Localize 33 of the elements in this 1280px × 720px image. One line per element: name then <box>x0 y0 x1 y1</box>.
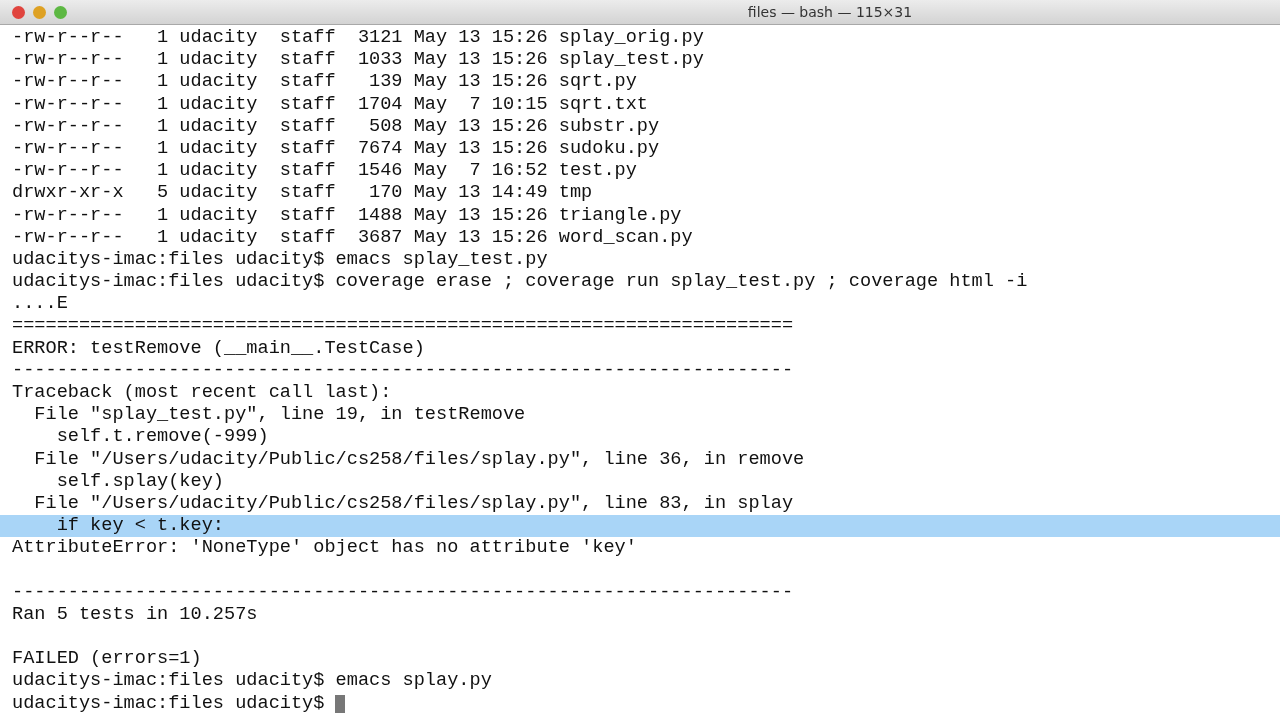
terminal-line: Traceback (most recent call last): <box>12 382 393 405</box>
terminal-line: self.splay(key) <box>55 470 225 493</box>
terminal-line: -rw-r--r-- 1 udacity staff 7674 May 13 15:26 sudoku.py <box>12 137 661 161</box>
terminal-line: -rw-r--r-- 1 udacity staff 3121 May 13 15:26 splay_orig.py <box>12 27 705 50</box>
terminal-line: AttributeError: 'NoneType' object has no attribute 'key' <box>12 537 638 560</box>
terminal-line: -rw-r--r-- 1 udacity staff 1546 May 7 16:52 test.py <box>12 160 638 183</box>
terminal-line: Ran 5 tests in 10.257s <box>12 603 259 627</box>
terminal-line: FAILED (errors=1) <box>12 648 203 671</box>
terminal-line: ====================================================================== <box>12 315 795 338</box>
terminal-line: -rw-r--r-- 1 udacity staff 3687 May 13 15:26 word_scan.py <box>12 226 694 249</box>
terminal-line: -rw-r--r-- 1 udacity staff 1033 May 13 15:26 splay_test.py <box>12 49 705 72</box>
terminal-line: udacitys-imac:files udacity$ coverage erase ; coverage run splay_test.py ; coverage html -i <box>12 271 1029 294</box>
terminal-line: drwxr-xr-x 5 udacity staff 170 May 13 14:49 tmp <box>12 182 594 205</box>
prompt-text: udacitys-imac:files udacity$ <box>12 692 325 715</box>
terminal-line: -rw-r--r-- 1 udacity staff 139 May 13 15:26 sqrt.py <box>12 71 638 94</box>
zoom-icon[interactable] <box>54 5 67 19</box>
terminal-line: udacitys-imac:files udacity$ emacs splay_test.py <box>12 248 549 272</box>
terminal-line: ....E <box>12 293 69 316</box>
window-title: files — bash — 115×31 <box>746 4 913 20</box>
terminal-line: ---------------------------------------------------------------------- <box>12 581 795 604</box>
terminal-line: ---------------------------------------------------------------------- <box>12 359 795 382</box>
text-cursor <box>335 694 346 713</box>
terminal-line: -rw-r--r-- 1 udacity staff 1704 May 7 10:15 sqrt.txt <box>12 93 649 116</box>
terminal-line: self.t.remove(-999) <box>55 426 270 449</box>
terminal-line: udacitys-imac:files udacity$ emacs splay.py <box>12 670 493 693</box>
terminal-line: -rw-r--r-- 1 udacity staff 1488 May 13 15:26 triangle.py <box>12 204 683 227</box>
minimize-icon[interactable] <box>33 5 46 19</box>
terminal-line: -rw-r--r-- 1 udacity staff 508 May 13 15:26 substr.py <box>12 115 661 138</box>
close-icon[interactable] <box>12 5 25 19</box>
terminal-line: File "/Users/udacity/Public/cs258/files/splay.py", line 83, in splay <box>33 492 795 516</box>
terminal-line: File "/Users/udacity/Public/cs258/files/splay.py", line 36, in remove <box>33 448 806 471</box>
terminal-line: ERROR: testRemove (__main__.TestCase) <box>12 337 426 360</box>
terminal-line: File "splay_test.py", line 19, in testRemove <box>33 404 527 427</box>
